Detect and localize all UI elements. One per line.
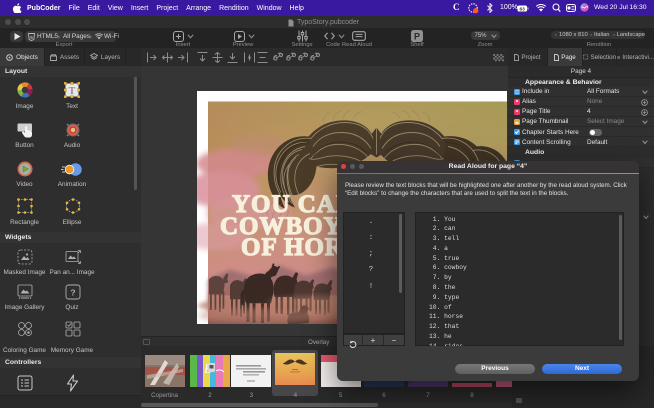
svg-text:P: P: [414, 31, 420, 41]
svg-text:“: “: [515, 100, 518, 105]
svg-text:?: ?: [70, 288, 75, 298]
svg-text:“: “: [515, 110, 518, 115]
svg-text:5: 5: [30, 35, 33, 40]
svg-text:63: 63: [520, 6, 526, 12]
